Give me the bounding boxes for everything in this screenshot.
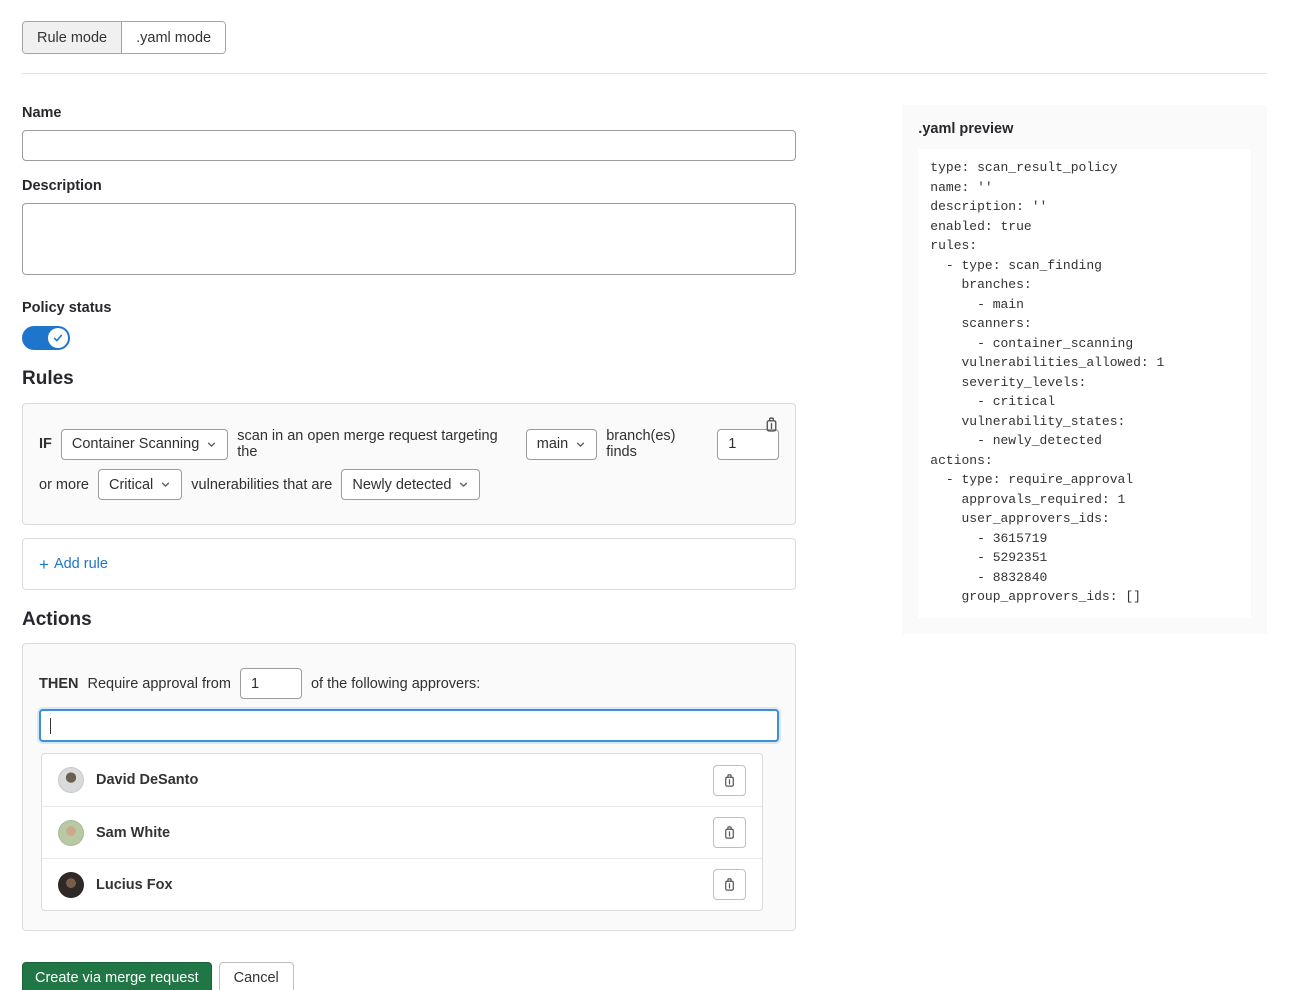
then-row: THEN Require approval from of the follow…	[39, 668, 779, 699]
require-approval-text: Require approval from	[87, 676, 230, 692]
approver-name: Lucius Fox	[96, 877, 173, 893]
add-rule-label: Add rule	[54, 556, 108, 572]
check-icon	[52, 332, 64, 344]
mode-tabs-bar: Rule mode .yaml mode	[0, 0, 1289, 54]
header-divider	[22, 73, 1267, 74]
approver-name: Sam White	[96, 825, 170, 841]
approver-list: David DeSanto	[41, 753, 763, 911]
tab-rule-mode[interactable]: Rule mode	[23, 22, 122, 53]
then-keyword: THEN	[39, 676, 78, 692]
approver-row: Sam White	[42, 806, 762, 858]
approver-name: David DeSanto	[96, 772, 198, 788]
or-more-text: or more	[39, 477, 89, 493]
trash-icon	[763, 416, 780, 433]
rule-card: IF Container Scanning scan in an open me…	[22, 403, 796, 525]
branches-text: branch(es) finds	[606, 428, 708, 460]
mode-segmented-control: Rule mode .yaml mode	[22, 21, 226, 54]
actions-heading: Actions	[22, 609, 796, 631]
rule-row-2: or more Critical vulnerabilities that ar…	[39, 469, 779, 500]
delete-rule-button[interactable]	[761, 414, 782, 435]
description-label: Description	[22, 178, 796, 194]
policy-form: Name Description Policy status Rules	[22, 105, 796, 931]
scan-text: scan in an open merge request targeting …	[237, 428, 516, 460]
severity-select-value: Critical	[109, 477, 153, 493]
add-rule-card: + Add rule	[22, 538, 796, 590]
approvers-text: of the following approvers:	[311, 676, 480, 692]
tab-yaml-mode[interactable]: .yaml mode	[122, 22, 225, 53]
main-content: Name Description Policy status Rules	[0, 105, 1289, 931]
policy-editor-page: Rule mode .yaml mode Name Description Po…	[0, 0, 1289, 990]
chevron-down-icon	[206, 439, 217, 450]
remove-approver-button[interactable]	[713, 817, 746, 848]
action-card: THEN Require approval from of the follow…	[22, 643, 796, 931]
approver-row: David DeSanto	[42, 754, 762, 806]
vulnerability-state-select[interactable]: Newly detected	[341, 469, 480, 500]
policy-status-toggle[interactable]	[22, 326, 70, 350]
yaml-preview-panel: .yaml preview type: scan_result_policy n…	[902, 105, 1267, 634]
name-label: Name	[22, 105, 796, 121]
plus-icon: +	[39, 556, 49, 573]
yaml-preview-code: type: scan_result_policy name: '' descri…	[918, 149, 1251, 618]
chevron-down-icon	[160, 479, 171, 490]
vulnerabilities-text: vulnerabilities that are	[191, 477, 332, 493]
description-input[interactable]	[22, 203, 796, 275]
policy-status-label: Policy status	[22, 300, 796, 316]
approver-search-input[interactable]	[39, 709, 779, 742]
cancel-button[interactable]: Cancel	[219, 962, 294, 990]
yaml-preview-heading: .yaml preview	[918, 121, 1251, 137]
remove-approver-button[interactable]	[713, 765, 746, 796]
approver-row: Lucius Fox	[42, 858, 762, 910]
add-rule-button[interactable]: + Add rule	[39, 556, 108, 573]
branch-select-value: main	[537, 436, 568, 452]
text-cursor	[50, 718, 51, 734]
avatar	[58, 820, 84, 846]
vulnerability-state-value: Newly detected	[352, 477, 451, 493]
trash-icon	[722, 773, 737, 788]
rule-row-1: IF Container Scanning scan in an open me…	[39, 428, 779, 460]
approvals-required-input[interactable]	[240, 668, 302, 699]
chevron-down-icon	[575, 439, 586, 450]
scanner-select-value: Container Scanning	[72, 436, 199, 452]
rules-heading: Rules	[22, 368, 796, 390]
remove-approver-button[interactable]	[713, 869, 746, 900]
chevron-down-icon	[458, 479, 469, 490]
avatar	[58, 767, 84, 793]
avatar	[58, 872, 84, 898]
create-via-merge-request-button[interactable]: Create via merge request	[22, 962, 212, 990]
severity-select[interactable]: Critical	[98, 469, 182, 500]
trash-icon	[722, 877, 737, 892]
scanner-select[interactable]: Container Scanning	[61, 429, 228, 460]
toggle-thumb	[48, 328, 68, 348]
if-keyword: IF	[39, 436, 52, 452]
trash-icon	[722, 825, 737, 840]
branch-select[interactable]: main	[526, 429, 597, 460]
form-footer: Create via merge request Cancel	[0, 962, 1289, 990]
name-input[interactable]	[22, 130, 796, 161]
